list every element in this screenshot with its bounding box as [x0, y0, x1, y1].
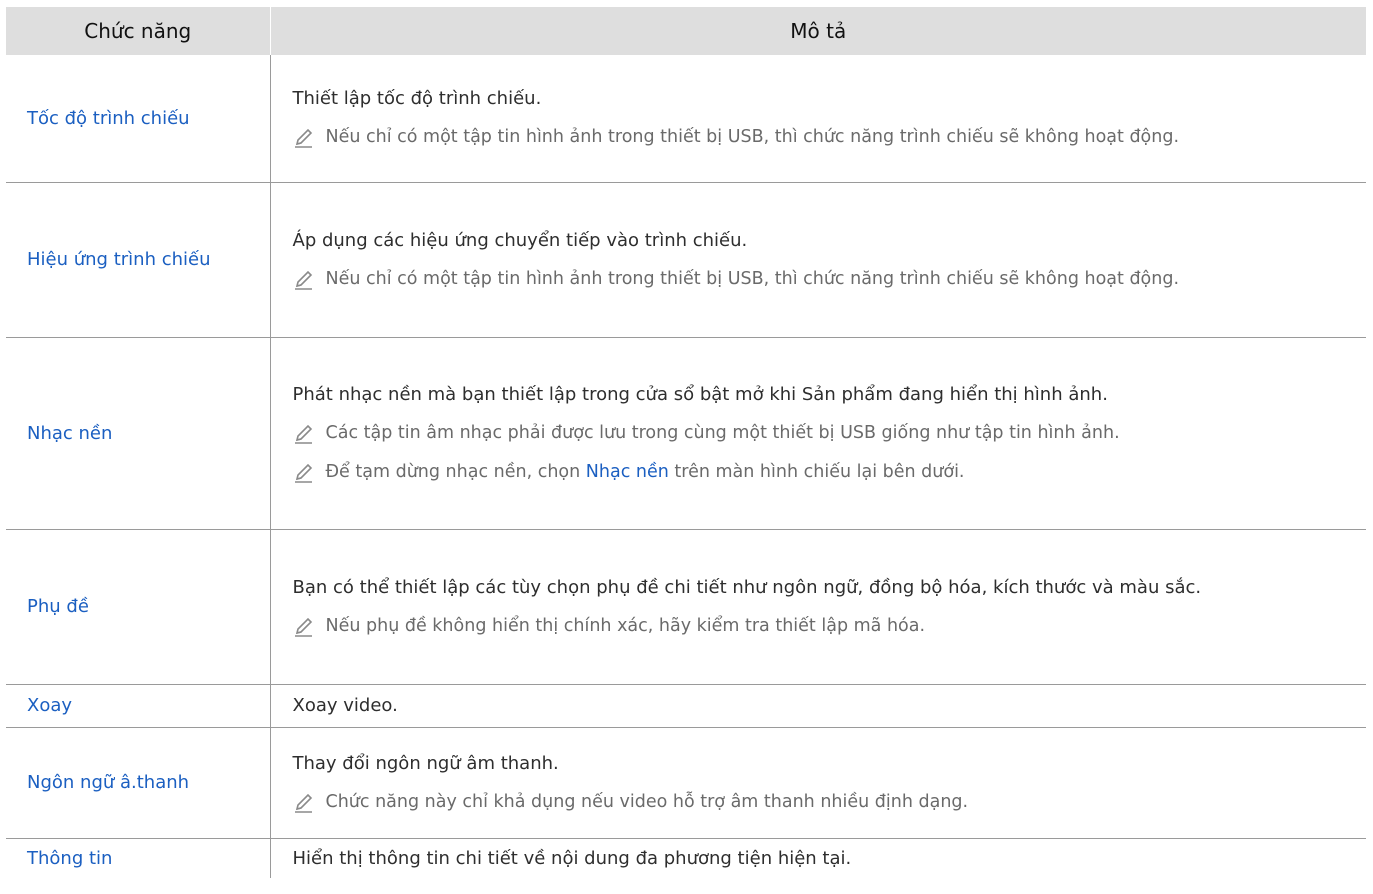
note-text: Các tập tin âm nhạc phải được lưu trong …: [325, 422, 1120, 443]
table-row: Phụ đề Bạn có thể thiết lập các tùy chọn…: [6, 529, 1366, 685]
pencil-note-icon: [294, 617, 312, 637]
description-text: Thay đổi ngôn ngữ âm thanh.: [292, 752, 559, 774]
table-row: Thông tin Hiển thị thông tin chi tiết về…: [6, 838, 1366, 878]
header-description: Mô tả: [269, 7, 1366, 55]
note: Nếu chỉ có một tập tin hình ảnh trong th…: [293, 263, 1337, 296]
header-function: Chức năng: [6, 7, 270, 55]
table-header-row: Chức năng Mô tả: [6, 7, 1366, 55]
function-description: Thay đổi ngôn ngữ âm thanh. Chức năng nà…: [270, 727, 1366, 839]
function-name-background-music: Nhạc nền: [6, 337, 271, 530]
pencil-note-icon: [294, 424, 312, 444]
note: Chức năng này chỉ khả dụng nếu video hỗ …: [293, 786, 1337, 819]
note: Nếu chỉ có một tập tin hình ảnh trong th…: [293, 121, 1337, 154]
note-text-before: Để tạm dừng nhạc nền, chọn: [325, 461, 586, 482]
function-description: Xoay video.: [270, 684, 1366, 728]
note: Nếu phụ đề không hiển thị chính xác, hãy…: [293, 610, 1337, 643]
function-name-subtitles: Phụ đề: [6, 529, 271, 685]
description-text: Áp dụng các hiệu ứng chuyển tiếp vào trì…: [292, 229, 748, 251]
note-text: Nếu chỉ có một tập tin hình ảnh trong th…: [325, 268, 1180, 289]
note: Các tập tin âm nhạc phải được lưu trong …: [293, 417, 1337, 450]
function-name-audio-language: Ngôn ngữ â.thanh: [6, 727, 271, 839]
table-row: Tốc độ trình chiếu Thiết lập tốc độ trìn…: [6, 55, 1366, 183]
note-text: Chức năng này chỉ khả dụng nếu video hỗ …: [325, 791, 969, 812]
pencil-note-icon: [294, 793, 312, 813]
table-row: Xoay Xoay video.: [6, 684, 1366, 728]
function-name-rotate: Xoay: [6, 684, 271, 728]
note-text: Nếu chỉ có một tập tin hình ảnh trong th…: [325, 127, 1180, 148]
table-row: Nhạc nền Phát nhạc nền mà bạn thiết lập …: [6, 337, 1366, 530]
function-description: Hiển thị thông tin chi tiết về nội dung …: [270, 838, 1366, 878]
pencil-note-icon: [294, 270, 312, 290]
function-description: Bạn có thể thiết lập các tùy chọn phụ đề…: [270, 529, 1366, 685]
note-text-after: trên màn hình chiếu lại bên dưới.: [668, 461, 965, 482]
table-row: Hiệu ứng trình chiếu Áp dụng các hiệu ứn…: [6, 182, 1366, 338]
description-text: Phát nhạc nền mà bạn thiết lập trong cửa…: [292, 383, 1108, 405]
description-text: Hiển thị thông tin chi tiết về nội dung …: [292, 847, 852, 869]
note-text: Nếu phụ đề không hiển thị chính xác, hãy…: [325, 615, 926, 636]
function-name-information: Thông tin: [6, 838, 271, 878]
function-description: Phát nhạc nền mà bạn thiết lập trong cửa…: [270, 337, 1366, 530]
function-description: Thiết lập tốc độ trình chiếu. Nếu chỉ có…: [270, 55, 1366, 183]
pencil-note-icon: [294, 129, 312, 148]
table-row: Ngôn ngữ â.thanh Thay đổi ngôn ngữ âm th…: [6, 727, 1366, 839]
pencil-note-icon: [294, 463, 312, 483]
function-description: Áp dụng các hiệu ứng chuyển tiếp vào trì…: [270, 182, 1366, 338]
description-text: Thiết lập tốc độ trình chiếu.: [292, 88, 542, 110]
function-name-slideshow-speed: Tốc độ trình chiếu: [6, 55, 271, 183]
description-text: Xoay video.: [292, 695, 398, 716]
function-table: Chức năng Mô tả Tốc độ trình chiếu Thiết…: [6, 7, 1366, 878]
note: Để tạm dừng nhạc nền, chọn Nhạc nền trên…: [293, 456, 1337, 489]
note-highlight-background-music: Nhạc nền: [585, 461, 669, 482]
description-text: Bạn có thể thiết lập các tùy chọn phụ đề…: [292, 576, 1202, 598]
function-name-slideshow-effect: Hiệu ứng trình chiếu: [6, 182, 271, 338]
